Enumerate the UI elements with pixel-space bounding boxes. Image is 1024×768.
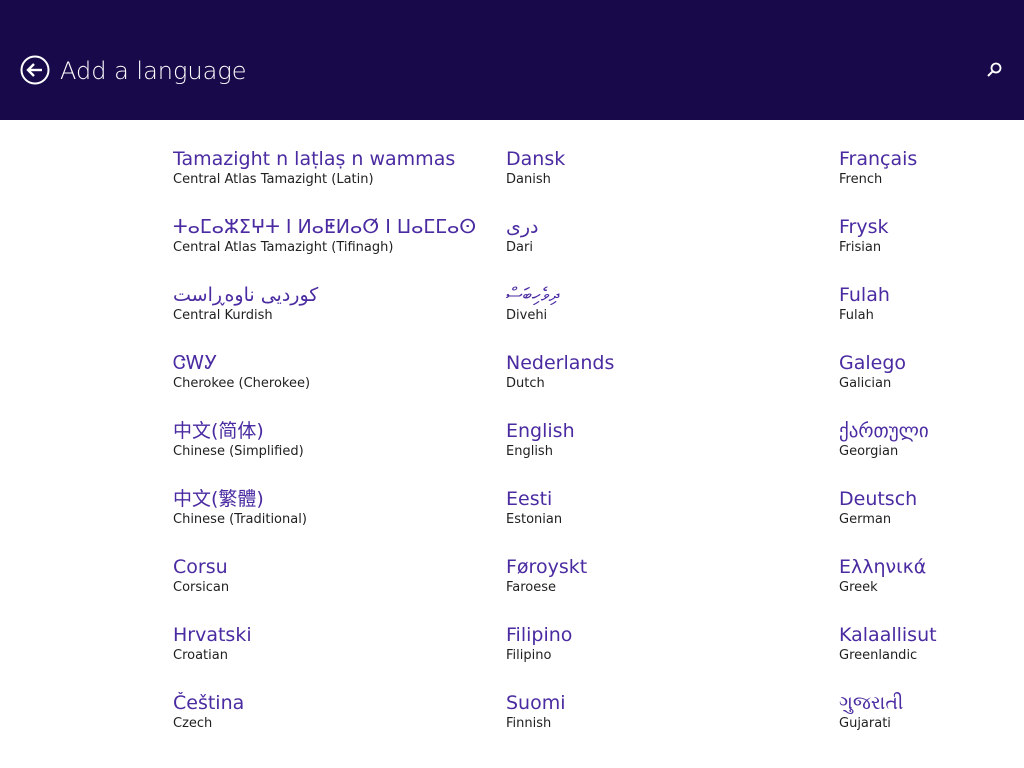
native-language-name: Kalaallisut: [839, 624, 937, 646]
native-language-name: Tamazight n laṭlaṣ n wammas: [173, 148, 456, 170]
native-language-name: Hrvatski: [173, 624, 252, 646]
native-language-name: ᏣᎳᎩ: [173, 352, 218, 374]
language-item[interactable]: Eesti Estonian: [506, 488, 826, 556]
english-language-name: Finnish: [506, 716, 552, 731]
english-language-name: Danish: [506, 172, 551, 187]
native-language-name: Deutsch: [839, 488, 918, 510]
english-language-name: Frisian: [839, 240, 882, 255]
language-grid: Tamazight n laṭlaṣ n wammas Central Atla…: [0, 120, 1024, 768]
language-item[interactable]: Fulah Fulah: [839, 284, 1019, 352]
native-language-name: ქართული: [839, 420, 929, 442]
back-arrow-circle-icon: [20, 55, 50, 85]
english-language-name: Central Atlas Tamazight (Latin): [173, 172, 374, 187]
native-language-name: ދިވެހިބަސް: [506, 284, 560, 306]
language-item[interactable]: Corsu Corsican: [173, 556, 493, 624]
english-language-name: Central Atlas Tamazight (Tifinagh): [173, 240, 394, 255]
native-language-name: 中文(繁體): [173, 488, 264, 510]
english-language-name: Central Kurdish: [173, 308, 273, 323]
native-language-name: Nederlands: [506, 352, 615, 374]
native-language-name: Suomi: [506, 692, 566, 714]
back-button[interactable]: [20, 55, 50, 85]
language-item[interactable]: Dansk Danish: [506, 148, 826, 216]
english-language-name: Cherokee (Cherokee): [173, 376, 311, 391]
language-item[interactable]: Hrvatski Croatian: [173, 624, 493, 692]
native-language-name: Filipino: [506, 624, 573, 646]
english-language-name: Faroese: [506, 580, 557, 595]
language-item[interactable]: 中文(繁體) Chinese (Traditional): [173, 488, 493, 556]
language-item[interactable]: Kalaallisut Greenlandic: [839, 624, 1019, 692]
language-column-2: Dansk Danish دری Dari ދިވެހިބަސް Divehi …: [506, 148, 826, 760]
native-language-name: Føroyskt: [506, 556, 588, 578]
native-language-name: Français: [839, 148, 918, 170]
native-language-name: ⵜⴰⵎⴰⵣⵉⵖⵜ ⵏ ⵍⴰⵟⵍⴰⵚ ⵏ ⵡⴰⵎⵎⴰⵙ: [173, 216, 477, 238]
language-column-3: Français French Frysk Frisian Fulah Fula…: [839, 148, 1019, 760]
language-item[interactable]: Français French: [839, 148, 1019, 216]
native-language-name: کوردیی ناوەڕاست: [173, 284, 319, 306]
english-language-name: Estonian: [506, 512, 563, 527]
native-language-name: Fulah: [839, 284, 890, 306]
native-language-name: English: [506, 420, 575, 442]
language-item[interactable]: Deutsch German: [839, 488, 1019, 556]
language-item[interactable]: Čeština Czech: [173, 692, 493, 760]
language-item[interactable]: 中文(简体) Chinese (Simplified): [173, 420, 493, 488]
language-item[interactable]: Tamazight n laṭlaṣ n wammas Central Atla…: [173, 148, 493, 216]
native-language-name: دری: [506, 216, 539, 238]
english-language-name: English: [506, 444, 553, 459]
english-language-name: Chinese (Simplified): [173, 444, 304, 459]
english-language-name: German: [839, 512, 892, 527]
language-item[interactable]: Filipino Filipino: [506, 624, 826, 692]
english-language-name: Greenlandic: [839, 648, 918, 663]
english-language-name: French: [839, 172, 883, 187]
language-item[interactable]: Ελληνικά Greek: [839, 556, 1019, 624]
language-item[interactable]: Frysk Frisian: [839, 216, 1019, 284]
language-item[interactable]: ગુજરાતી Gujarati: [839, 692, 1019, 760]
native-language-name: Ελληνικά: [839, 556, 927, 578]
search-button[interactable]: [984, 60, 1004, 80]
native-language-name: Corsu: [173, 556, 228, 578]
page-title: Add a language: [60, 57, 247, 85]
english-language-name: Czech: [173, 716, 213, 731]
native-language-name: Frysk: [839, 216, 889, 238]
language-item[interactable]: دری Dari: [506, 216, 826, 284]
native-language-name: Galego: [839, 352, 907, 374]
english-language-name: Croatian: [173, 648, 228, 663]
language-item[interactable]: ދިވެހިބަސް Divehi: [506, 284, 826, 352]
native-language-name: ગુજરાતી: [839, 692, 904, 714]
native-language-name: Dansk: [506, 148, 566, 170]
english-language-name: Dutch: [506, 376, 545, 391]
search-icon: [987, 62, 1002, 77]
native-language-name: 中文(简体): [173, 420, 264, 442]
english-language-name: Georgian: [839, 444, 899, 459]
native-language-name: Čeština: [173, 692, 245, 714]
language-item[interactable]: ⵜⴰⵎⴰⵣⵉⵖⵜ ⵏ ⵍⴰⵟⵍⴰⵚ ⵏ ⵡⴰⵎⵎⴰⵙ Central Atlas…: [173, 216, 493, 284]
english-language-name: Fulah: [839, 308, 874, 323]
language-item[interactable]: Føroyskt Faroese: [506, 556, 826, 624]
language-item[interactable]: ᏣᎳᎩ Cherokee (Cherokee): [173, 352, 493, 420]
english-language-name: Divehi: [506, 308, 548, 323]
language-item[interactable]: ქართული Georgian: [839, 420, 1019, 488]
language-column-1: Tamazight n laṭlaṣ n wammas Central Atla…: [173, 148, 493, 760]
english-language-name: Gujarati: [839, 716, 891, 731]
language-item[interactable]: کوردیی ناوەڕاست Central Kurdish: [173, 284, 493, 352]
language-item[interactable]: Nederlands Dutch: [506, 352, 826, 420]
english-language-name: Filipino: [506, 648, 552, 663]
app-header: Add a language: [0, 0, 1024, 120]
english-language-name: Greek: [839, 580, 878, 595]
english-language-name: Corsican: [173, 580, 230, 595]
language-item[interactable]: Galego Galician: [839, 352, 1019, 420]
english-language-name: Chinese (Traditional): [173, 512, 307, 527]
native-language-name: Eesti: [506, 488, 553, 510]
english-language-name: Galician: [839, 376, 892, 391]
english-language-name: Dari: [506, 240, 533, 255]
language-item[interactable]: Suomi Finnish: [506, 692, 826, 760]
language-item[interactable]: English English: [506, 420, 826, 488]
